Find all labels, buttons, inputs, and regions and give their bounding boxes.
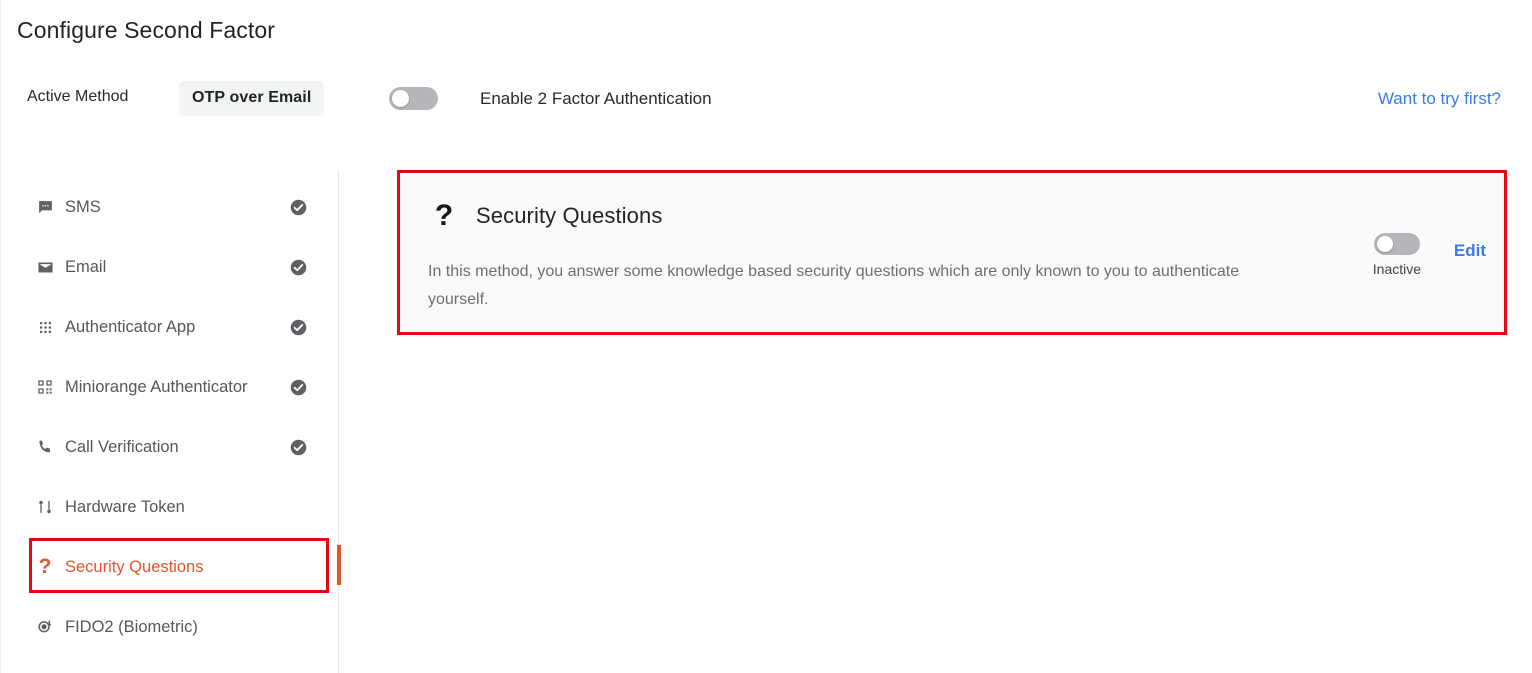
edit-button[interactable]: Edit xyxy=(1454,241,1486,261)
sidebar-item-miniorange-authenticator[interactable]: Miniorange Authenticator xyxy=(1,367,338,407)
security-questions-toggle-group[interactable]: Inactive xyxy=(1362,233,1432,277)
sidebar-item-label: Email xyxy=(65,257,107,276)
sidebar-item-label: Hardware Token xyxy=(65,497,185,516)
phone-icon xyxy=(35,437,55,457)
question-mark-icon: ? xyxy=(434,199,454,232)
sliders-icon xyxy=(35,497,55,517)
sidebar-item-authenticator-app[interactable]: Authenticator App xyxy=(1,307,338,347)
configured-check-icon xyxy=(290,199,307,216)
security-questions-toggle[interactable] xyxy=(1373,233,1420,255)
status-badge: Inactive xyxy=(1372,261,1422,277)
security-questions-card: ? Security Questions In this method, you… xyxy=(397,170,1507,335)
sidebar-item-label: Authenticator App xyxy=(65,317,196,336)
card-header: ? Security Questions xyxy=(432,199,663,232)
card-actions: Inactive Edit xyxy=(1362,233,1486,277)
sidebar-item-sms[interactable]: SMS xyxy=(1,187,338,227)
sidebar-item-security-questions[interactable]: ? Security Questions xyxy=(1,547,338,587)
toggle-knob xyxy=(1376,236,1393,252)
sidebar-item-label: Miniorange Authenticator xyxy=(65,377,248,396)
question-mark-icon: ? xyxy=(38,555,52,578)
enable-2fa-toggle-group[interactable]: Enable 2 Factor Authentication xyxy=(389,87,712,110)
page-title: Configure Second Factor xyxy=(17,17,275,43)
sidebar-item-label: FIDO2 (Biometric) xyxy=(65,617,198,636)
fingerprint-key-icon xyxy=(35,617,55,637)
configured-check-icon xyxy=(290,439,307,456)
sidebar-item-label: Security Questions xyxy=(65,557,204,576)
qr-code-icon xyxy=(35,377,55,397)
sidebar-item-hardware-token[interactable]: Hardware Token xyxy=(1,487,338,527)
envelope-icon xyxy=(35,257,55,277)
card-description: In this method, you answer some knowledg… xyxy=(428,263,1240,308)
sidebar-item-label: Call Verification xyxy=(65,437,179,456)
enable-2fa-label: Enable 2 Factor Authentication xyxy=(480,88,712,108)
configure-second-factor-page: Configure Second Factor Active Method OT… xyxy=(0,0,1532,673)
sidebar-item-email[interactable]: Email xyxy=(1,247,338,287)
active-method-badge: OTP over Email xyxy=(179,81,325,116)
want-to-try-first-link[interactable]: Want to try first? xyxy=(1378,89,1501,109)
configured-check-icon xyxy=(290,379,307,396)
sidebar-item-fido2-biometric[interactable]: FIDO2 (Biometric) xyxy=(1,607,338,647)
sms-chat-icon xyxy=(35,197,55,217)
active-method-indicator xyxy=(337,545,341,585)
card-title: Security Questions xyxy=(476,203,663,228)
active-method-label: Active Method xyxy=(27,88,129,105)
configured-check-icon xyxy=(290,319,307,336)
configured-check-icon xyxy=(290,259,307,276)
method-sidebar: SMS Email Authenticator App Miniorange A… xyxy=(1,170,339,673)
dot-grid-icon xyxy=(35,317,55,337)
toggle-knob xyxy=(392,90,409,107)
enable-2fa-toggle[interactable] xyxy=(389,87,438,110)
sidebar-item-call-verification[interactable]: Call Verification xyxy=(1,427,338,467)
sidebar-item-label: SMS xyxy=(65,197,101,216)
control-bar: Active Method OTP over Email Enable 2 Fa… xyxy=(1,78,1532,122)
